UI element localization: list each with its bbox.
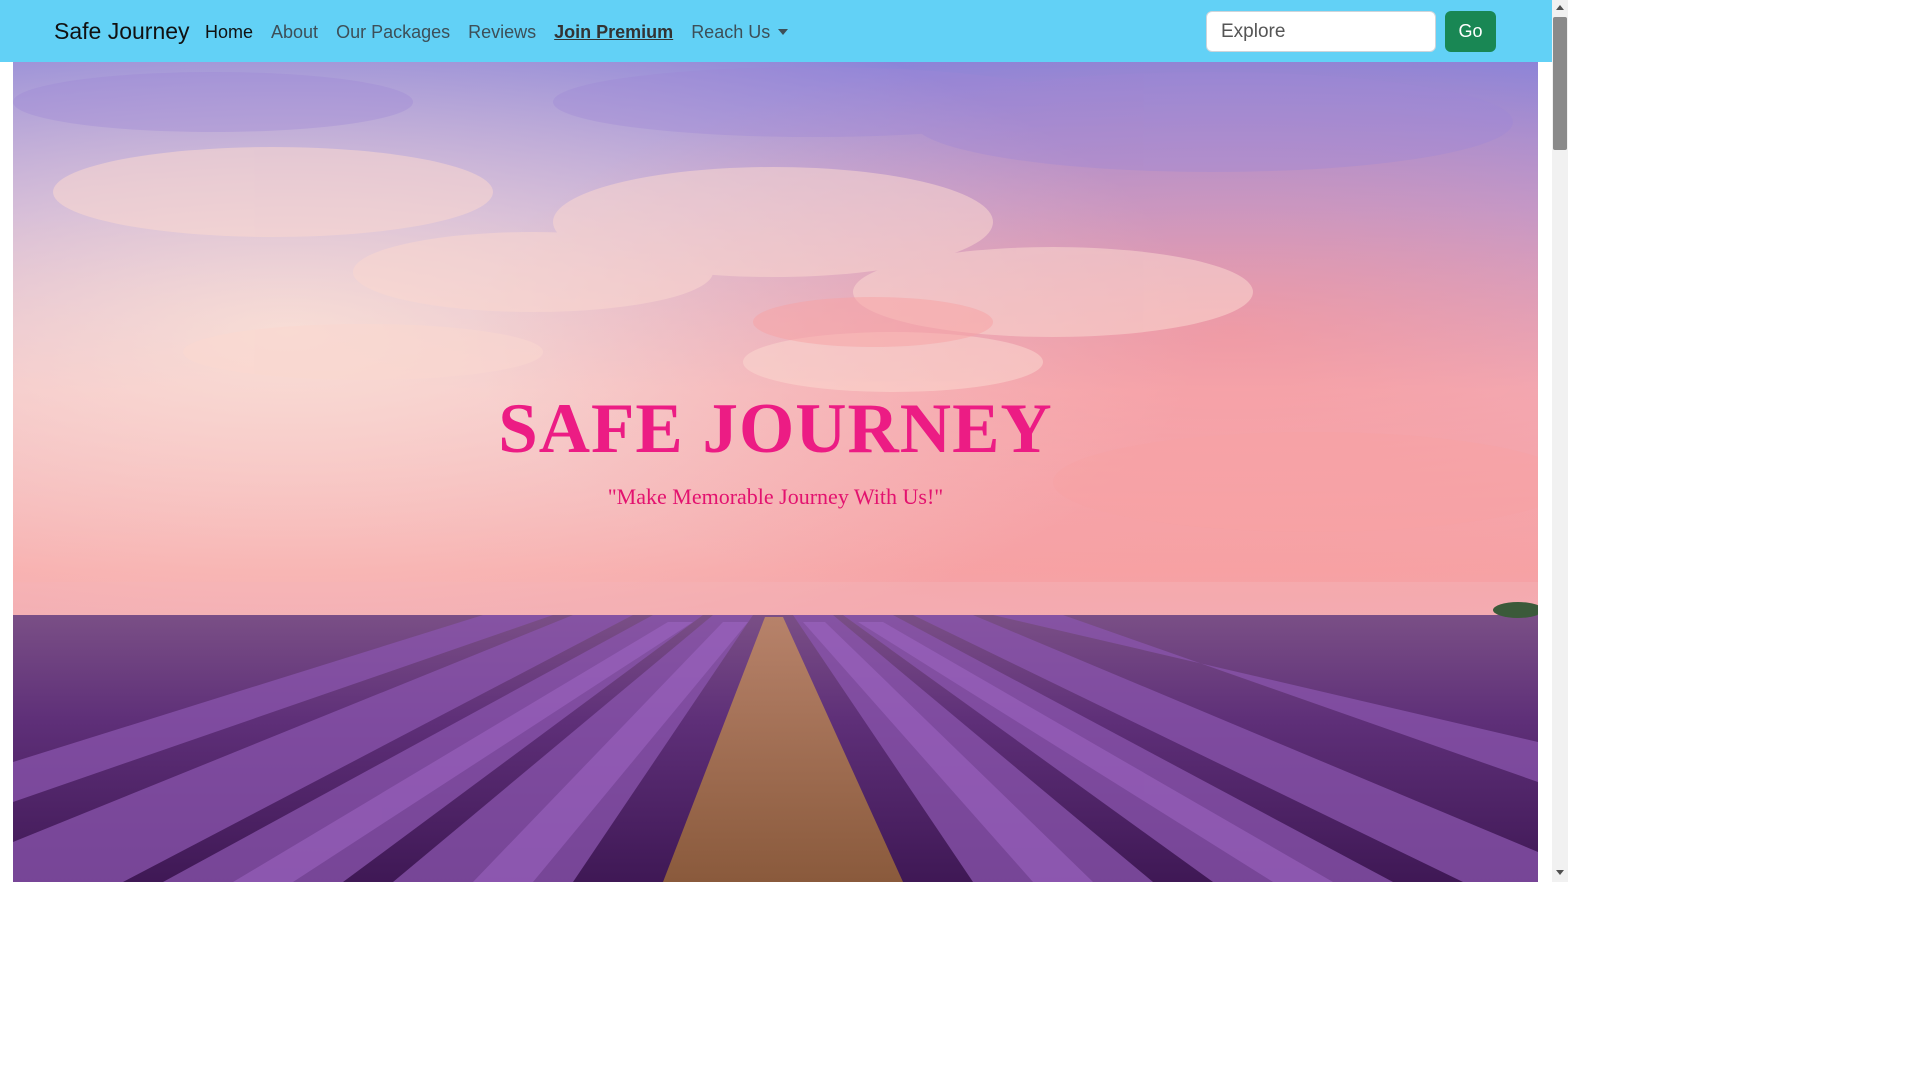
scroll-down-arrow-icon[interactable]	[1556, 870, 1564, 875]
page-scrollbar[interactable]	[1552, 0, 1568, 882]
reach-us-label: Reach Us	[691, 22, 771, 42]
hero-tagline: "Make Memorable Journey With Us!"	[607, 484, 944, 509]
nav-link-our-packages[interactable]: Our Packages	[336, 20, 450, 44]
nav-dropdown-reach-us[interactable]: Reach Us	[691, 20, 789, 44]
caret-down-icon	[778, 29, 789, 35]
scroll-up-arrow-icon[interactable]	[1556, 5, 1564, 10]
brand-link[interactable]: Safe Journey	[54, 17, 190, 45]
scroll-thumb[interactable]	[1553, 17, 1567, 150]
nav-link-about[interactable]: About	[271, 20, 318, 44]
search-input[interactable]	[1206, 11, 1436, 52]
top-navbar: Safe Journey Home About Our Packages Rev…	[0, 0, 1552, 62]
nav-link-home[interactable]: Home	[205, 20, 253, 44]
nav-link-reviews[interactable]: Reviews	[468, 20, 536, 44]
hero-background-image	[13, 62, 1538, 882]
hero-section: SAFE JOURNEY "Make Memorable Journey Wit…	[13, 62, 1538, 882]
nav-links: Home About Our Packages Reviews Join Pre…	[205, 20, 789, 44]
go-button[interactable]: Go	[1445, 11, 1496, 52]
hero-title: SAFE JOURNEY	[498, 390, 1053, 468]
nav-link-join-premium[interactable]: Join Premium	[554, 20, 673, 44]
